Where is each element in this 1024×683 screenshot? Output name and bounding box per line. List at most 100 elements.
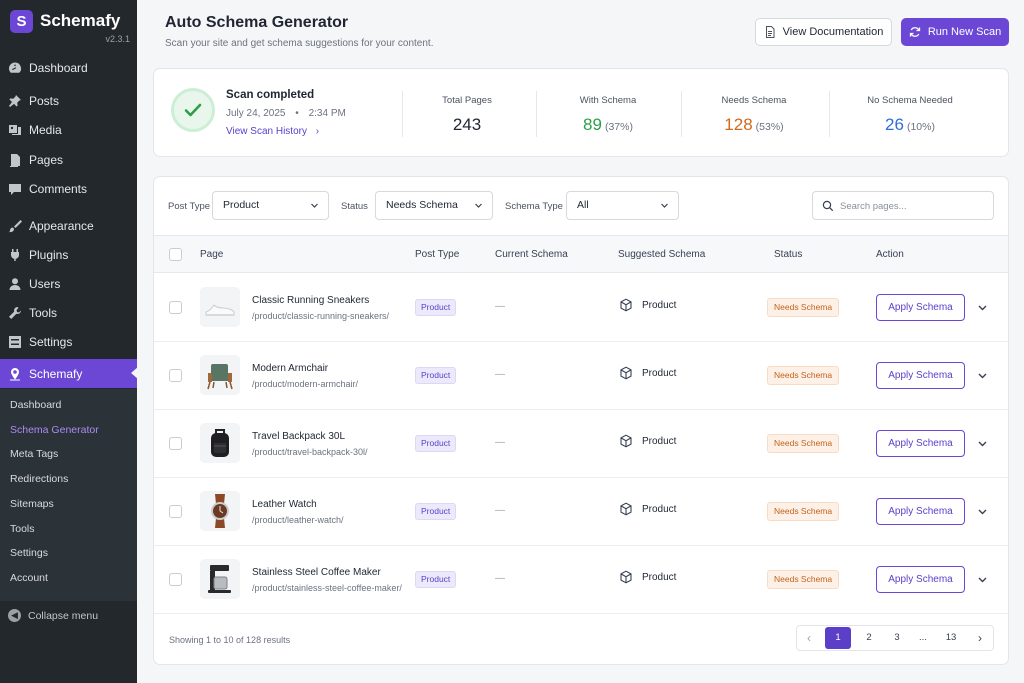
sidebar-item-label: Comments: [29, 182, 88, 196]
chevron-left-icon: ‹: [807, 631, 811, 645]
status-badge: Needs Schema: [767, 570, 840, 589]
sidebar-item-label: Appearance: [29, 219, 94, 233]
row-checkbox[interactable]: [169, 301, 182, 314]
submenu-item-redirections[interactable]: Redirections: [10, 473, 68, 485]
submenu-item-sitemaps[interactable]: Sitemaps: [10, 498, 54, 510]
view-scan-history-link[interactable]: View Scan History ›: [226, 126, 319, 137]
scan-date: July 24, 2025: [226, 108, 286, 119]
sidebar-item-users[interactable]: Users: [0, 270, 137, 298]
product-thumbnail: [200, 423, 240, 463]
apply-schema-button[interactable]: Apply Schema: [876, 362, 965, 389]
product-thumbnail: [200, 559, 240, 599]
row-checkbox[interactable]: [169, 369, 182, 382]
submenu-item-dashboard[interactable]: Dashboard: [10, 399, 61, 411]
pages-table-card: Post Type Product Status Needs Schema Sc…: [153, 176, 1009, 665]
post-type-badge: Product: [415, 367, 457, 384]
stat-label: Total Pages: [442, 95, 492, 106]
box-icon: [619, 298, 642, 312]
chevron-down-icon[interactable]: [977, 574, 988, 585]
product-thumbnail: [200, 491, 240, 531]
page-title-link[interactable]: Travel Backpack 30L: [252, 431, 345, 442]
search-input[interactable]: [840, 197, 988, 215]
current-schema-value: —: [495, 369, 505, 380]
view-documentation-button[interactable]: View Documentation: [755, 18, 892, 46]
pagination-page-13[interactable]: 13: [938, 626, 964, 650]
select-all-checkbox[interactable]: [169, 248, 182, 261]
row-checkbox[interactable]: [169, 505, 182, 518]
stat-percent: (53%): [755, 121, 784, 133]
submenu-item-account[interactable]: Account: [10, 572, 48, 584]
post-type-select[interactable]: Product: [212, 191, 329, 220]
chevron-down-icon: [475, 203, 482, 208]
sidebar-item-dashboard[interactable]: Dashboard: [0, 54, 137, 82]
sidebar-item-schemafy[interactable]: Schemafy: [0, 359, 138, 388]
pagination-prev-button[interactable]: ‹: [797, 626, 821, 650]
sidebar-item-comments[interactable]: Comments: [0, 175, 137, 203]
row-checkbox[interactable]: [169, 437, 182, 450]
column-header-action: Action: [876, 249, 904, 260]
chevron-down-icon[interactable]: [977, 438, 988, 449]
pagination-next-button[interactable]: ›: [968, 626, 992, 650]
run-new-scan-button[interactable]: Run New Scan: [901, 18, 1009, 46]
sidebar-item-label: Settings: [29, 335, 73, 349]
page-title-link[interactable]: Leather Watch: [252, 499, 317, 510]
page-title-link[interactable]: Stainless Steel Coffee Maker: [252, 567, 381, 578]
suggested-schema: Product: [619, 502, 676, 516]
sidebar-item-posts[interactable]: Posts: [0, 87, 137, 115]
table-row: Travel Backpack 30L/product/travel-backp…: [154, 410, 1008, 478]
apply-schema-button[interactable]: Apply Schema: [876, 430, 965, 457]
current-schema-value: —: [495, 301, 505, 312]
sidebar-item-tools[interactable]: Tools: [0, 299, 137, 327]
chevron-down-icon[interactable]: [977, 370, 988, 381]
run-new-scan-label: Run New Scan: [927, 26, 1002, 38]
page-subtitle: Scan your site and get schema suggestion…: [165, 38, 434, 49]
sidebar-item-pages[interactable]: Pages: [0, 146, 137, 174]
suggested-schema: Product: [619, 298, 676, 312]
page-title: Auto Schema Generator: [165, 14, 349, 31]
submenu-item-settings[interactable]: Settings: [10, 547, 48, 559]
pagination-page-2[interactable]: 2: [856, 626, 882, 650]
page-title-link[interactable]: Modern Armchair: [252, 363, 328, 374]
stat-value: 89: [583, 115, 602, 134]
status-select[interactable]: Needs Schema: [375, 191, 493, 220]
divider: [829, 91, 830, 137]
chevron-down-icon[interactable]: [977, 506, 988, 517]
page-url: /product/leather-watch/: [252, 515, 344, 525]
page-url: /product/stainless-steel-coffee-maker/: [252, 583, 402, 593]
post-type-select-value: Product: [223, 199, 260, 211]
apply-schema-button[interactable]: Apply Schema: [876, 566, 965, 593]
sidebar-item-label: Schemafy: [29, 366, 83, 381]
current-schema-value: —: [495, 505, 505, 516]
stat-value: 128: [724, 115, 753, 134]
brand[interactable]: S Schemafy v2.3.1: [10, 10, 130, 44]
schema-type-select[interactable]: All: [566, 191, 679, 220]
view-scan-history-label: View Scan History: [226, 126, 307, 137]
status-badge: Needs Schema: [767, 298, 840, 317]
page-title-link[interactable]: Classic Running Sneakers: [252, 295, 369, 306]
page-url: /product/travel-backpack-30l/: [252, 447, 368, 457]
sidebar-item-plugins[interactable]: Plugins: [0, 241, 137, 269]
sidebar-item-settings[interactable]: Settings: [0, 328, 137, 356]
sidebar-item-media[interactable]: Media: [0, 116, 137, 144]
apply-schema-button[interactable]: Apply Schema: [876, 498, 965, 525]
collapse-menu-button[interactable]: ◀ Collapse menu: [8, 609, 98, 622]
apply-schema-button[interactable]: Apply Schema: [876, 294, 965, 321]
submenu-item-schema-generator[interactable]: Schema Generator: [10, 424, 99, 436]
divider: [402, 91, 403, 137]
sidebar-item-appearance[interactable]: Appearance: [0, 212, 137, 240]
stat-no-schema-needed: No Schema Needed 26 (10%): [850, 95, 970, 135]
pagination-page-3[interactable]: 3: [884, 626, 910, 650]
chevron-down-icon[interactable]: [977, 302, 988, 313]
submenu-item-meta-tags[interactable]: Meta Tags: [10, 448, 58, 460]
table-row: Modern Armchair/product/modern-armchair/…: [154, 342, 1008, 410]
submenu-item-tools[interactable]: Tools: [10, 523, 35, 535]
row-checkbox[interactable]: [169, 573, 182, 586]
scan-time: 2:34 PM: [308, 108, 346, 119]
status-filter-label: Status: [341, 201, 368, 212]
column-header-page: Page: [200, 249, 224, 260]
wrench-icon: [8, 306, 22, 320]
sidebar-item-label: Dashboard: [29, 61, 88, 75]
pagination-page-1[interactable]: 1: [825, 627, 851, 649]
refresh-icon: [909, 27, 920, 37]
chevron-right-icon: ›: [315, 126, 320, 137]
